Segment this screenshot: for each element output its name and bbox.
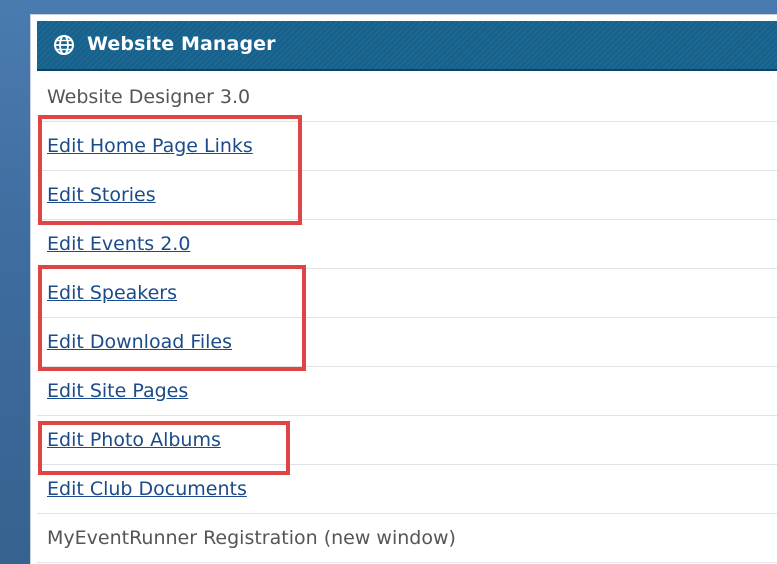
edit-photo-albums-link[interactable]: Edit Photo Albums [47, 429, 221, 451]
edit-home-page-links-link[interactable]: Edit Home Page Links [47, 135, 253, 157]
website-manager-menu: Website Designer 3.0 Edit Home Page Link… [37, 73, 777, 563]
list-item-edit-download-files: Edit Download Files [37, 318, 777, 367]
website-designer-label: Website Designer 3.0 [47, 86, 251, 108]
edit-events-link[interactable]: Edit Events 2.0 [47, 233, 190, 255]
list-item-edit-events: Edit Events 2.0 [37, 220, 777, 269]
edit-speakers-link[interactable]: Edit Speakers [47, 282, 177, 304]
list-item-website-designer: Website Designer 3.0 [37, 73, 777, 122]
edit-download-files-link[interactable]: Edit Download Files [47, 331, 232, 353]
myeventrunner-registration-label: MyEventRunner Registration (new window) [47, 527, 456, 549]
list-item-edit-club-documents: Edit Club Documents [37, 465, 777, 514]
list-item-edit-photo-albums: Edit Photo Albums [37, 416, 777, 465]
edit-stories-link[interactable]: Edit Stories [47, 184, 156, 206]
edit-club-documents-link[interactable]: Edit Club Documents [47, 478, 247, 500]
list-item-edit-site-pages: Edit Site Pages [37, 367, 777, 416]
panel-header: Website Manager [37, 21, 777, 71]
edit-site-pages-link[interactable]: Edit Site Pages [47, 380, 188, 402]
list-item-edit-stories: Edit Stories [37, 171, 777, 220]
panel-title: Website Manager [87, 33, 276, 55]
website-manager-panel: Website Manager Website Designer 3.0 Edi… [30, 14, 777, 564]
list-item-edit-home-page-links: Edit Home Page Links [37, 122, 777, 171]
list-item-myeventrunner-registration: MyEventRunner Registration (new window) [37, 514, 777, 563]
globe-icon [53, 34, 75, 56]
list-item-edit-speakers: Edit Speakers [37, 269, 777, 318]
